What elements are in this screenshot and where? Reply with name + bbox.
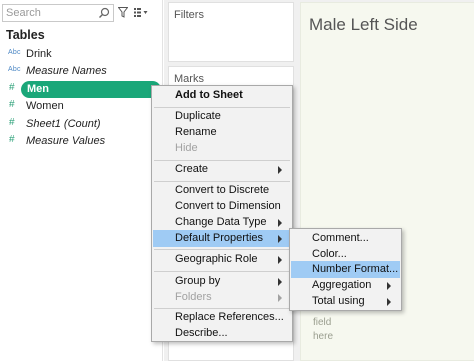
menu-hide: Hide bbox=[175, 142, 198, 154]
field-measure-values[interactable]: # Measure Values bbox=[0, 133, 163, 150]
field-men[interactable]: # Men bbox=[0, 81, 163, 98]
field-label: Women bbox=[26, 100, 64, 112]
default-properties-submenu: Comment... Color... Number Format... Agg… bbox=[289, 228, 402, 311]
number-type-icon: # bbox=[9, 117, 15, 128]
drop-field-hint: field bbox=[313, 317, 332, 328]
submenu-arrow-icon bbox=[278, 278, 282, 286]
field-label: Measure Values bbox=[26, 135, 106, 147]
search-icon[interactable] bbox=[98, 7, 110, 19]
data-pane: Tables Abc Drink Abc Measure Names # Men… bbox=[0, 0, 163, 361]
number-type-icon: # bbox=[9, 134, 15, 145]
field-women[interactable]: # Women bbox=[0, 98, 163, 115]
menu-describe[interactable]: Describe... bbox=[153, 325, 291, 342]
filter-icon[interactable] bbox=[118, 7, 128, 18]
search-input[interactable] bbox=[6, 6, 98, 20]
field-drink[interactable]: Abc Drink bbox=[0, 46, 163, 63]
menu-create[interactable]: Create bbox=[153, 161, 291, 178]
menu-convert-to-discrete[interactable]: Convert to Discrete bbox=[153, 182, 291, 199]
menu-add-to-sheet[interactable]: Add to Sheet bbox=[153, 87, 291, 104]
menu-default-properties[interactable]: Default Properties bbox=[153, 230, 291, 247]
submenu-arrow-icon bbox=[387, 282, 391, 290]
view-options-icon[interactable] bbox=[134, 8, 148, 17]
submenu-arrow-icon bbox=[387, 298, 391, 306]
submenu-arrow-icon bbox=[278, 166, 282, 174]
field-context-menu: Add to Sheet Duplicate Rename Hide Creat… bbox=[151, 85, 293, 342]
string-type-icon: Abc bbox=[8, 66, 21, 73]
submenu-aggregation[interactable]: Aggregation bbox=[291, 277, 400, 294]
menu-rename[interactable]: Rename bbox=[153, 124, 291, 141]
field-label: Sheet1 (Count) bbox=[26, 118, 101, 130]
string-type-icon: Abc bbox=[8, 49, 21, 56]
tables-heading: Tables bbox=[6, 28, 45, 42]
field-sheet1-count[interactable]: # Sheet1 (Count) bbox=[0, 116, 163, 133]
field-measure-names[interactable]: Abc Measure Names bbox=[0, 63, 163, 80]
sheet-title[interactable]: Male Left Side bbox=[309, 15, 418, 35]
submenu-arrow-icon bbox=[278, 219, 282, 227]
number-type-icon: # bbox=[9, 99, 15, 110]
search-box[interactable] bbox=[2, 4, 114, 22]
menu-group-by[interactable]: Group by bbox=[153, 273, 291, 290]
menu-duplicate[interactable]: Duplicate bbox=[153, 108, 291, 125]
field-label: Measure Names bbox=[26, 65, 107, 77]
menu-separator bbox=[154, 249, 290, 250]
number-type-icon: # bbox=[9, 82, 15, 93]
submenu-arrow-icon bbox=[278, 235, 282, 243]
field-label: Men bbox=[27, 83, 49, 95]
drop-field-hint: here bbox=[313, 331, 334, 342]
submenu-number-format[interactable]: Number Format... bbox=[291, 261, 400, 278]
menu-replace-references[interactable]: Replace References... bbox=[153, 309, 291, 326]
menu-folders: Folders bbox=[153, 289, 291, 306]
filters-title: Filters bbox=[174, 9, 204, 21]
menu-convert-to-dimension[interactable]: Convert to Dimension bbox=[153, 198, 291, 215]
menu-separator bbox=[154, 271, 290, 272]
menu-geographic-role[interactable]: Geographic Role bbox=[153, 251, 291, 268]
submenu-arrow-icon bbox=[278, 256, 282, 264]
filters-shelf[interactable]: Filters bbox=[168, 2, 294, 62]
menu-change-data-type[interactable]: Change Data Type bbox=[153, 214, 291, 231]
submenu-arrow-icon bbox=[278, 294, 282, 302]
submenu-total-using[interactable]: Total using bbox=[291, 293, 400, 310]
submenu-comment[interactable]: Comment... bbox=[291, 230, 400, 247]
marks-title: Marks bbox=[174, 73, 204, 85]
field-label: Drink bbox=[26, 48, 52, 60]
